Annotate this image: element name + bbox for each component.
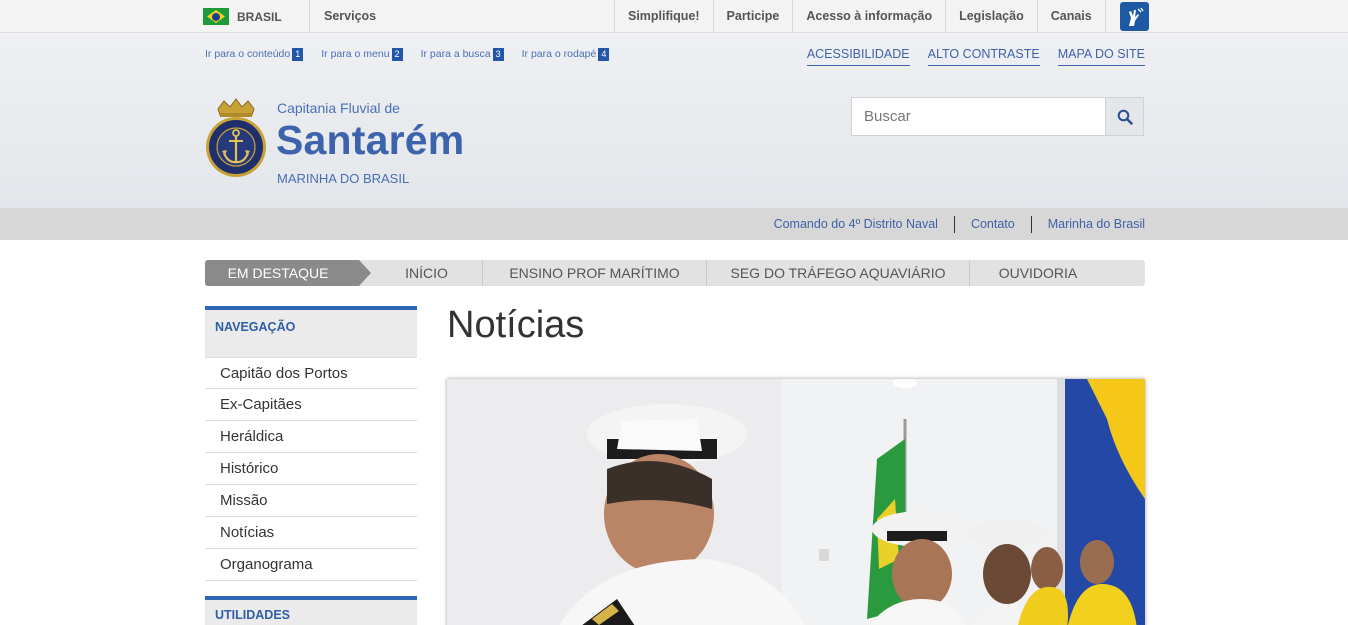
sidebar-item-noticias[interactable]: Notícias xyxy=(205,517,417,549)
gov-services-link[interactable]: Serviços xyxy=(324,0,376,33)
gov-links: Simplifique! Participe Acesso à informaç… xyxy=(614,0,1106,33)
gov-brasil-label: BRASIL xyxy=(237,9,282,24)
site-subtitle-bottom: MARINHA DO BRASIL xyxy=(277,171,410,186)
gov-link-canais[interactable]: Canais xyxy=(1036,0,1106,33)
search-icon xyxy=(1117,109,1133,125)
sidebar: NAVEGAÇÃO Capitão dos Portos Ex-Capitães… xyxy=(205,306,417,625)
skip-link-search[interactable]: Ir para a busca 3 xyxy=(421,48,504,61)
menu-item-ouvidoria[interactable]: OUVIDORIA xyxy=(969,260,1106,286)
sidebar-item-organograma[interactable]: Organograma xyxy=(205,549,417,581)
sidebar-heading-utilidades: UTILIDADES xyxy=(205,596,417,625)
site-subtitle-top: Capitania Fluvial de xyxy=(277,100,400,116)
sidebar-item-heraldica[interactable]: Heráldica xyxy=(205,421,417,453)
news-photo[interactable] xyxy=(447,379,1145,625)
sidebar-nav-list: Capitão dos Portos Ex-Capitães Heráldica… xyxy=(205,357,417,581)
service-links: Comando do 4º Distrito Naval Contato Mar… xyxy=(758,208,1145,240)
main-menu: EM DESTAQUE INÍCIO ENSINO PROF MARÍTIMO … xyxy=(205,260,1145,286)
skip-link-content[interactable]: Ir para o conteúdo 1 xyxy=(205,48,304,61)
menu-item-em-destaque[interactable]: EM DESTAQUE xyxy=(205,260,371,286)
service-link-contato[interactable]: Contato xyxy=(953,215,1031,233)
menu-item-inicio[interactable]: INÍCIO xyxy=(359,260,482,286)
gov-link-legislacao[interactable]: Legislação xyxy=(945,0,1037,33)
skip-link-menu[interactable]: Ir para o menu 2 xyxy=(321,48,403,61)
gov-brasil-link[interactable]: BRASIL xyxy=(203,0,282,33)
sidebar-item-historico[interactable]: Histórico xyxy=(205,453,417,485)
skip-link-footer[interactable]: Ir para o rodapé 4 xyxy=(522,48,610,61)
gov-divider xyxy=(309,0,310,33)
vlibras-hands-icon[interactable] xyxy=(1120,2,1149,31)
sidebar-heading-navegacao: NAVEGAÇÃO xyxy=(205,306,417,357)
accessibility-link[interactable]: ACESSIBILIDADE xyxy=(806,47,910,66)
brazil-flag-icon xyxy=(203,8,229,25)
search-input[interactable] xyxy=(852,98,1106,135)
service-link-marinha[interactable]: Marinha do Brasil xyxy=(1030,215,1145,233)
sidebar-item-missao[interactable]: Missão xyxy=(205,485,417,517)
service-link-comando[interactable]: Comando do 4º Distrito Naval xyxy=(758,216,954,233)
sitemap-link[interactable]: MAPA DO SITE xyxy=(1057,47,1145,66)
skip-links: Ir para o conteúdo 1 Ir para o menu 2 Ir p… xyxy=(205,48,610,61)
search-box xyxy=(851,97,1144,136)
menu-item-seg-trafego[interactable]: SEG DO TRÁFEGO AQUAVIÁRIO xyxy=(706,260,969,286)
service-bar: Comando do 4º Distrito Naval Contato Mar… xyxy=(0,208,1348,240)
gov-link-simplifique[interactable]: Simplifique! xyxy=(614,0,713,33)
sidebar-item-capitao[interactable]: Capitão dos Portos xyxy=(205,357,417,389)
sidebar-item-ex-capitaes[interactable]: Ex-Capitães xyxy=(205,389,417,421)
gov-link-acesso-informacao[interactable]: Acesso à informação xyxy=(792,0,945,33)
gov-top-bar: BRASIL Serviços Simplifique! Participe A… xyxy=(0,0,1348,33)
site-title[interactable]: Santarém xyxy=(276,117,464,164)
accessibility-links: ACESSIBILIDADE ALTO CONTRASTE MAPA DO SI… xyxy=(806,47,1145,66)
high-contrast-link[interactable]: ALTO CONTRASTE xyxy=(927,47,1040,66)
page-title: Notícias xyxy=(447,304,585,346)
gov-link-participe[interactable]: Participe xyxy=(712,0,793,33)
site-header: Ir para o conteúdo 1 Ir para o menu 2 Ir p… xyxy=(0,33,1348,208)
menu-item-ensino[interactable]: ENSINO PROF MARÍTIMO xyxy=(482,260,706,286)
navy-crest-logo[interactable] xyxy=(204,97,268,181)
search-button[interactable] xyxy=(1105,98,1143,135)
